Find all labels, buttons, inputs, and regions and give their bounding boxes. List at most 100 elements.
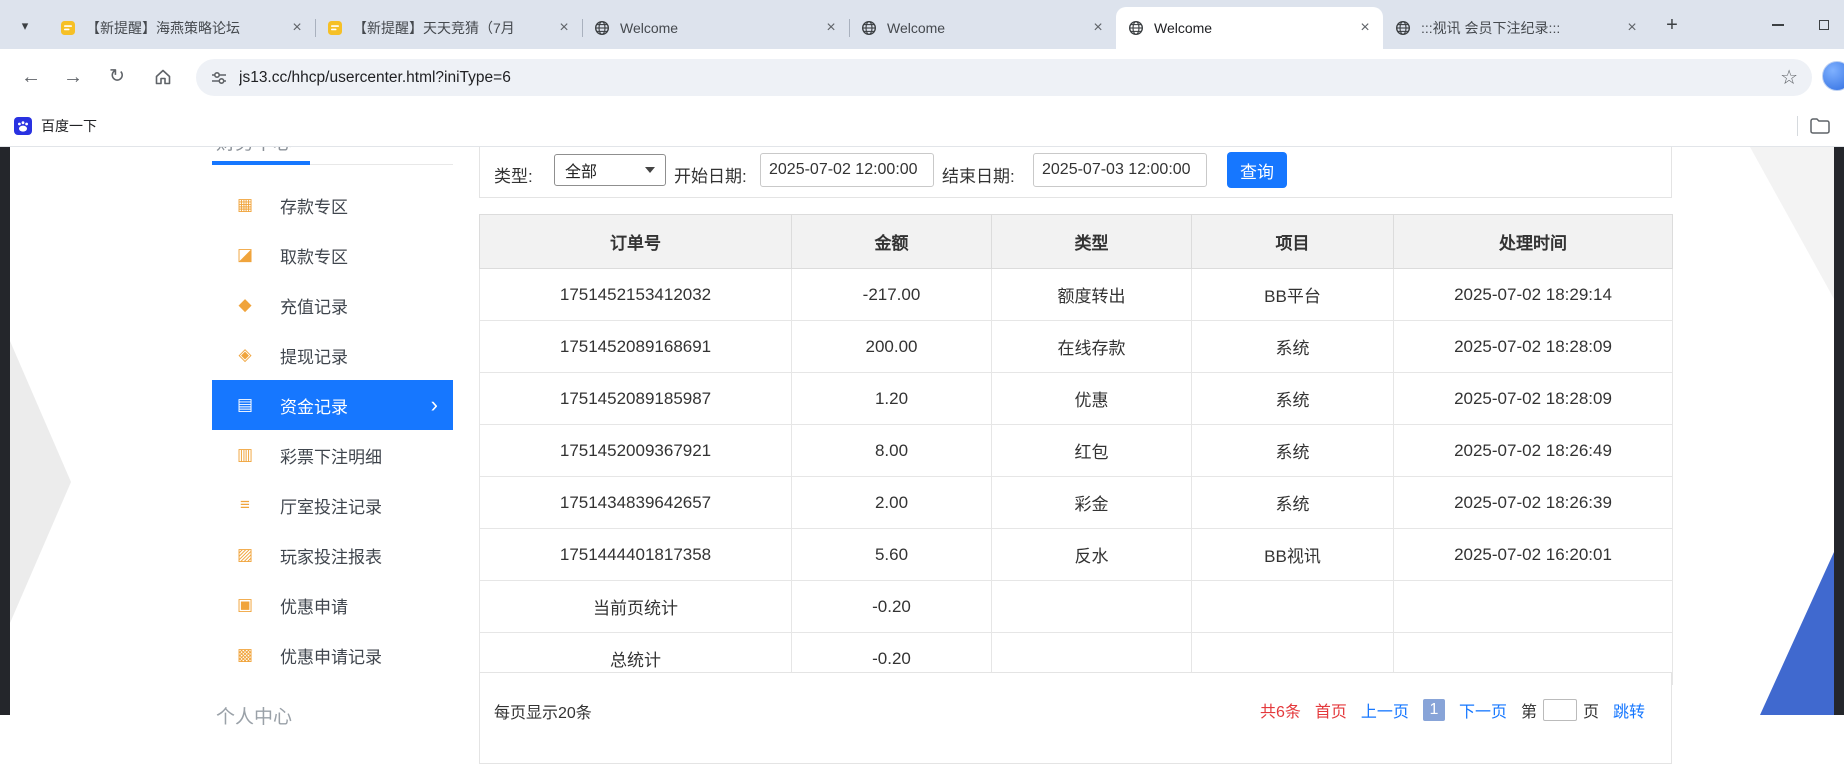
minimize-button[interactable]: [1755, 0, 1801, 49]
type-select-value: 全部: [565, 158, 597, 182]
top-right-watermark-triangle: [1750, 147, 1834, 299]
maximize-icon: [1819, 20, 1829, 30]
sidebar-item-withdraw-zone[interactable]: ◪取款专区: [212, 230, 453, 280]
table-cell: 2025-07-02 18:26:49: [1394, 425, 1673, 477]
bottom-right-blue-triangle: [1760, 552, 1834, 715]
table-cell: 1751452009367921: [480, 425, 792, 477]
tab-title: Welcome: [887, 20, 1088, 36]
sidebar-item-cashout-records[interactable]: ◈提现记录: [212, 330, 453, 380]
browser-tab[interactable]: 【新提醒】海燕策略论坛×: [48, 7, 315, 49]
current-page-badge[interactable]: 1: [1423, 699, 1445, 721]
table-row: 1751452153412032-217.00额度转出BB平台2025-07-0…: [480, 269, 1673, 321]
sidebar-item-deposit-zone[interactable]: ▦存款专区: [212, 180, 453, 230]
table-row: 当前页统计-0.20: [480, 581, 1673, 633]
table-row: 17514520891859871.20优惠系统2025-07-02 18:28…: [480, 373, 1673, 425]
table-cell: 2025-07-02 18:28:09: [1394, 373, 1673, 425]
home-button[interactable]: [146, 60, 180, 94]
bookmark-star-icon[interactable]: ☆: [1780, 65, 1798, 90]
table-cell: 1751452089168691: [480, 321, 792, 373]
browser-tab[interactable]: 【新提醒】天天竞猜（7月×: [315, 7, 582, 49]
bookmark-baidu[interactable]: 百度一下: [14, 106, 97, 146]
browser-tab[interactable]: Welcome×: [1116, 7, 1383, 49]
minimize-icon: [1772, 24, 1784, 26]
jump-suffix-label: 页: [1583, 698, 1599, 722]
table-cell: 2025-07-02 18:26:39: [1394, 477, 1673, 529]
jump-page-input[interactable]: [1543, 699, 1577, 721]
new-tab-button[interactable]: +: [1658, 11, 1686, 39]
table-cell: 红包: [992, 425, 1192, 477]
next-page-link[interactable]: 下一页: [1459, 698, 1507, 722]
tab-title: 【新提醒】海燕策略论坛: [86, 18, 287, 38]
sidebar-footer-title: 个人中心: [216, 702, 292, 729]
sidebar-item-funds-records[interactable]: ▤资金记录›: [212, 380, 453, 430]
tab-list: 【新提醒】海燕策略论坛×【新提醒】天天竞猜（7月×Welcome×Welcome…: [48, 7, 1650, 49]
column-header: 金额: [792, 215, 992, 269]
search-button[interactable]: 查询: [1227, 152, 1287, 188]
page-size-text: 每页显示20条: [494, 699, 592, 723]
promo-apply-records-icon: ▩: [235, 645, 255, 665]
table-cell: [1394, 581, 1673, 633]
sidebar-item-hall-bet-records[interactable]: ≡厅室投注记录: [212, 480, 453, 530]
forward-button[interactable]: →: [56, 60, 90, 94]
table-cell: 8.00: [792, 425, 992, 477]
lottery-bet-details-icon: ▥: [235, 445, 255, 465]
tab-close-icon[interactable]: ×: [821, 18, 841, 38]
url-bar[interactable]: js13.cc/hhcp/usercenter.html?iniType=6 ☆: [196, 59, 1812, 96]
tab-close-icon[interactable]: ×: [1088, 18, 1108, 38]
tab-close-icon[interactable]: ×: [554, 18, 574, 38]
table-cell: -0.20: [792, 581, 992, 633]
prev-page-link[interactable]: 上一页: [1361, 698, 1409, 722]
profile-avatar[interactable]: [1822, 61, 1844, 91]
tab-close-icon[interactable]: ×: [1355, 18, 1375, 38]
chevron-down-icon: [645, 167, 655, 173]
sidebar-item-recharge-records[interactable]: ◆充值记录: [212, 280, 453, 330]
jump-prefix-label: 第: [1521, 698, 1537, 722]
sidebar-item-promo-apply-records[interactable]: ▩优惠申请记录: [212, 630, 453, 680]
type-select[interactable]: 全部: [554, 154, 666, 186]
total-count-text: 共6条: [1260, 698, 1301, 722]
hall-bet-records-icon: ≡: [235, 495, 255, 515]
withdraw-zone-icon: ◪: [235, 245, 255, 265]
table-cell: 1751444401817358: [480, 529, 792, 581]
address-bar: ← → ↻ js13.cc/hhcp/usercenter.html?iniTy…: [0, 49, 1844, 106]
table-cell: -217.00: [792, 269, 992, 321]
sidebar-menu: ▦存款专区◪取款专区◆充值记录◈提现记录▤资金记录›▥彩票下注明细≡厅室投注记录…: [212, 180, 453, 680]
back-button[interactable]: ←: [14, 60, 48, 94]
jump-button[interactable]: 跳转: [1613, 698, 1645, 722]
sidebar-item-lottery-bet-details[interactable]: ▥彩票下注明细: [212, 430, 453, 480]
tab-close-icon[interactable]: ×: [1622, 18, 1642, 38]
browser-tab[interactable]: Welcome×: [582, 7, 849, 49]
sidebar-item-promo-apply[interactable]: ▣优惠申请: [212, 580, 453, 630]
table-cell: 反水: [992, 529, 1192, 581]
table-row: 17514520093679218.00红包系统2025-07-02 18:26…: [480, 425, 1673, 477]
tab-close-icon[interactable]: ×: [287, 18, 307, 38]
globe-icon: [861, 20, 877, 36]
table-cell: 5.60: [792, 529, 992, 581]
type-filter-label: 类型:: [494, 162, 533, 187]
other-bookmarks-folder-icon[interactable]: [1810, 118, 1830, 134]
browser-chrome: ▾ 【新提醒】海燕策略论坛×【新提醒】天天竞猜（7月×Welcome×Welco…: [0, 0, 1844, 147]
browser-tab[interactable]: Welcome×: [849, 7, 1116, 49]
forum-icon: [60, 20, 76, 36]
first-page-link[interactable]: 首页: [1315, 698, 1347, 722]
tab-title: :::视讯 会员下注纪录:::: [1421, 18, 1622, 38]
table-cell: [992, 581, 1192, 633]
reload-button[interactable]: ↻: [100, 60, 134, 94]
recharge-records-icon: ◆: [235, 295, 255, 315]
maximize-button[interactable]: [1801, 0, 1844, 49]
table-row: 17514348396426572.00彩金系统2025-07-02 18:26…: [480, 477, 1673, 529]
start-date-input[interactable]: [760, 153, 934, 187]
browser-tab[interactable]: :::视讯 会员下注纪录:::×: [1383, 7, 1650, 49]
table-cell: 彩金: [992, 477, 1192, 529]
site-settings-icon[interactable]: [210, 69, 228, 87]
table-cell: 1751452153412032: [480, 269, 792, 321]
page-scrollbar-edge[interactable]: [1834, 147, 1844, 715]
sidebar-item-player-bet-report[interactable]: ▨玩家投注报表: [212, 530, 453, 580]
table-header-row: 订单号金额类型项目处理时间: [480, 215, 1673, 269]
bookmark-label: 百度一下: [41, 116, 97, 136]
divider: [1797, 116, 1798, 136]
table-cell: 系统: [1192, 321, 1394, 373]
tab-search-button[interactable]: ▾: [10, 13, 40, 39]
end-date-input[interactable]: [1033, 153, 1207, 187]
url-text[interactable]: js13.cc/hhcp/usercenter.html?iniType=6: [239, 69, 1780, 87]
